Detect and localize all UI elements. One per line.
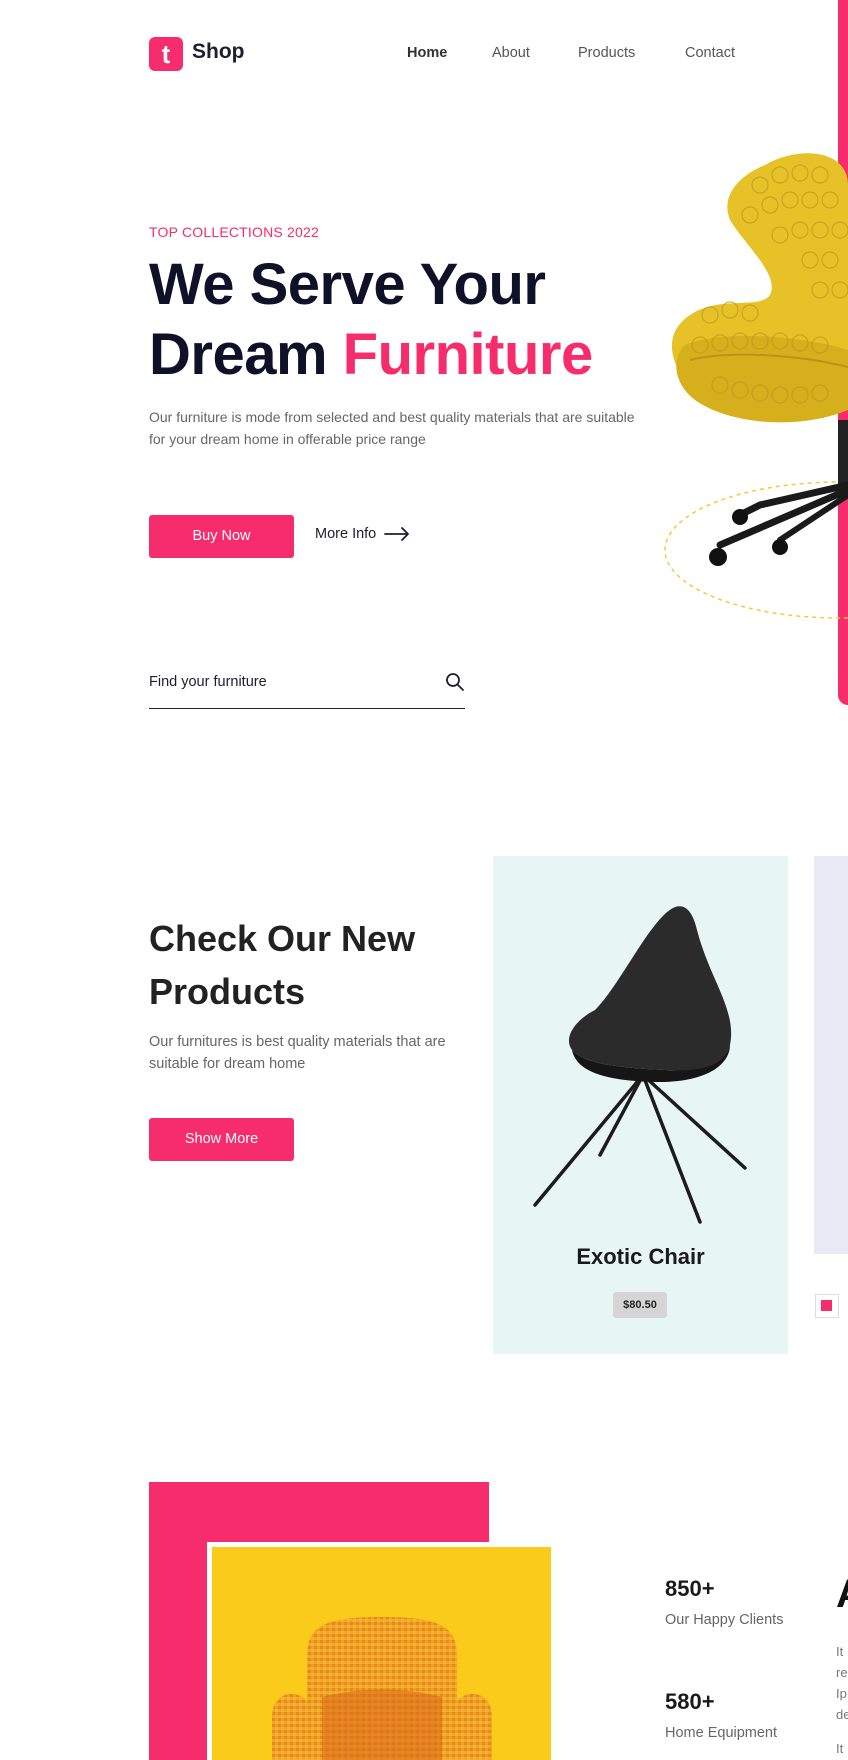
exotic-chair-image	[533, 906, 747, 1224]
search-bar	[149, 670, 465, 709]
carousel-indicator[interactable]	[815, 1294, 839, 1318]
about-heading: A	[836, 1572, 848, 1617]
products-description: Our furnitures is best quality materials…	[149, 1034, 446, 1072]
hero-title-highlight: Furniture	[342, 322, 594, 387]
about-text-line: Ip	[836, 1686, 847, 1701]
stat-clients-label: Our Happy Clients	[665, 1612, 784, 1628]
product-card-next[interactable]	[814, 856, 848, 1254]
nav-products[interactable]: Products	[578, 45, 635, 61]
stat-equipment-value: 580+	[665, 1689, 715, 1714]
product-price: $80.50	[613, 1292, 667, 1318]
yellow-chair-image	[664, 153, 848, 619]
hero-description: Our furniture is mode from selected and …	[149, 409, 635, 447]
more-info-label: More Info	[315, 526, 377, 542]
about-text-line: de	[836, 1707, 848, 1722]
search-icon[interactable]	[445, 672, 465, 692]
arrow-right-icon	[384, 527, 410, 541]
hero-title: We Serve Your Dream Furniture	[149, 252, 594, 387]
stat-equipment-label: Home Equipment	[665, 1725, 778, 1741]
products-title: Check Our New Products	[149, 918, 416, 1012]
stat-clients-value: 850+	[665, 1576, 715, 1601]
logo-icon[interactable]: t	[149, 37, 183, 71]
buy-now-button[interactable]: Buy Now	[149, 515, 294, 558]
product-name: Exotic Chair	[576, 1244, 705, 1269]
brand-name[interactable]: Shop	[192, 40, 245, 64]
search-input[interactable]	[149, 674, 429, 690]
show-more-button[interactable]: Show More	[149, 1118, 294, 1161]
armchair-image	[212, 1547, 551, 1760]
about-text-line: It	[836, 1644, 844, 1659]
nav-about[interactable]: About	[492, 45, 530, 61]
about-text-line: re	[836, 1665, 848, 1680]
nav-contact[interactable]: Contact	[685, 45, 735, 61]
hero-eyebrow: TOP COLLECTIONS 2022	[149, 224, 319, 240]
nav-home[interactable]: Home	[407, 45, 447, 61]
more-info-link[interactable]: More Info	[315, 526, 410, 542]
about-text-line: It	[836, 1741, 844, 1756]
